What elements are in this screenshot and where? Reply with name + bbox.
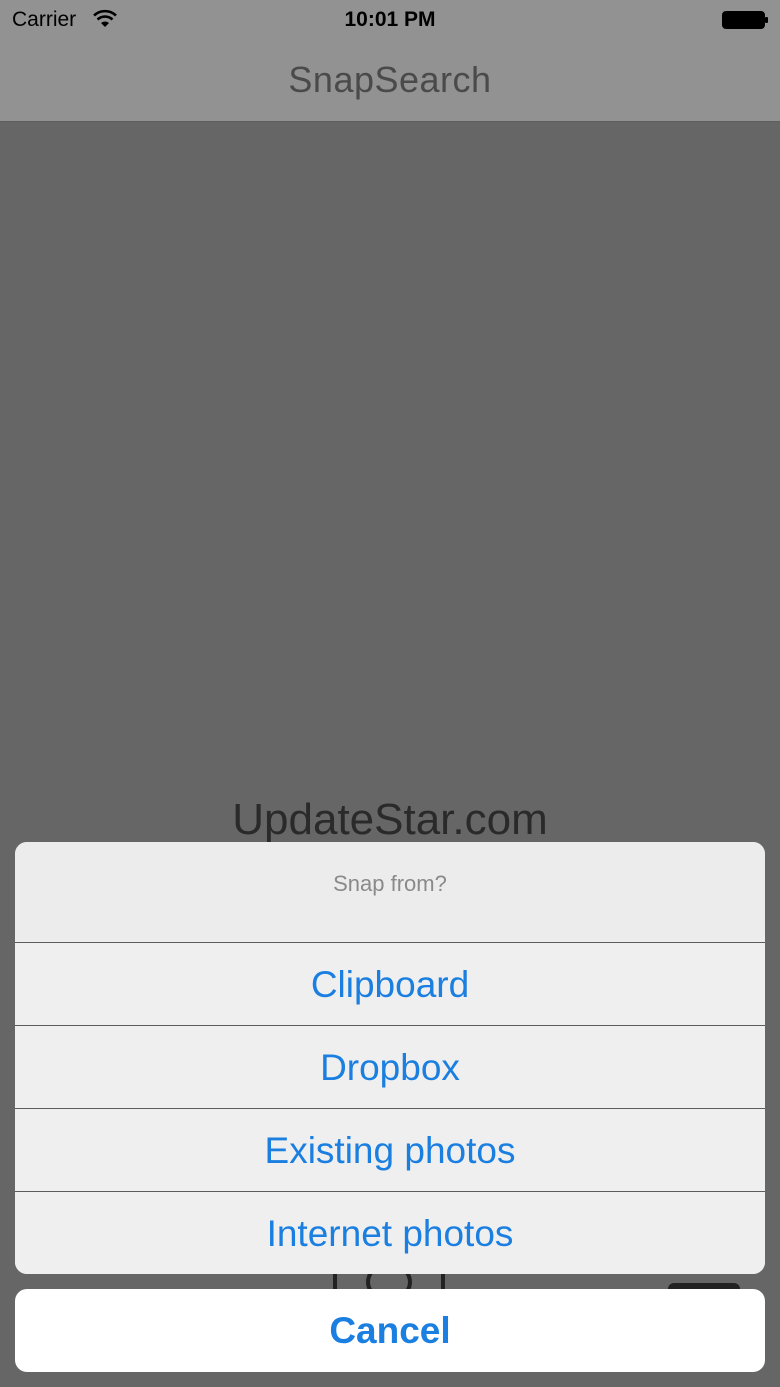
existing-photos-option[interactable]: Existing photos — [15, 1109, 765, 1192]
clipboard-option[interactable]: Clipboard — [15, 943, 765, 1026]
status-bar: Carrier 10:01 PM — [0, 0, 780, 40]
action-sheet-title: Snap from? — [15, 842, 765, 943]
status-time: 10:01 PM — [344, 8, 436, 31]
dropbox-option[interactable]: Dropbox — [15, 1026, 765, 1109]
page-title: SnapSearch — [288, 59, 492, 100]
navigation-bar: SnapSearch — [0, 40, 780, 122]
cancel-button[interactable]: Cancel — [15, 1289, 765, 1372]
action-sheet: Snap from? Clipboard Dropbox Existing ph… — [15, 842, 765, 1274]
internet-photos-option[interactable]: Internet photos — [15, 1192, 765, 1274]
watermark-text: UpdateStar.com — [232, 795, 548, 844]
battery-icon — [722, 11, 768, 29]
